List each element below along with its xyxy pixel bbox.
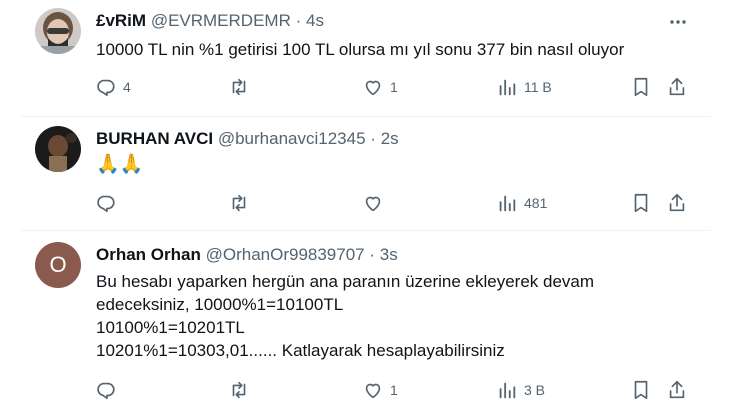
timestamp[interactable]: 2s <box>381 129 399 148</box>
share-button[interactable] <box>666 378 688 402</box>
views-button[interactable]: 3 B <box>496 378 545 402</box>
retweet-button[interactable] <box>228 191 256 215</box>
bookmark-icon <box>634 77 648 97</box>
retweet-icon <box>232 194 246 212</box>
tweet-text-line: 🙏🙏 <box>96 154 144 175</box>
display-name[interactable]: Orhan Orhan <box>96 245 201 264</box>
share-icon <box>669 77 685 96</box>
tweet-text: Bu hesabı yaparken hergün ana paranın üz… <box>96 270 594 362</box>
views-button[interactable]: 481 <box>496 191 547 215</box>
retweet-button[interactable] <box>228 75 256 99</box>
views-icon <box>499 382 516 399</box>
like-button[interactable]: 1 <box>362 75 398 99</box>
views-button[interactable]: 11 B <box>496 75 552 99</box>
user-handle[interactable]: @EVRMERDEMR <box>151 11 291 30</box>
timestamp[interactable]: 4s <box>306 11 324 30</box>
views-icon <box>499 195 516 212</box>
avatar[interactable]: O <box>35 242 81 288</box>
reply-button[interactable] <box>95 378 123 402</box>
display-name[interactable]: BURHAN AVCI <box>96 129 213 148</box>
tweet-actions: 481 <box>0 191 730 215</box>
more-options-button[interactable] <box>668 12 688 32</box>
timestamp[interactable]: 3s <box>380 245 398 264</box>
retweet-button[interactable] <box>228 378 256 402</box>
bookmark-button[interactable] <box>630 191 652 215</box>
avatar[interactable] <box>35 8 81 54</box>
display-name[interactable]: £vRiM <box>96 11 146 30</box>
divider <box>20 116 710 117</box>
tweet-actions: 4 1 11 B <box>0 75 730 99</box>
separator-dot: · <box>370 129 376 148</box>
bookmark-icon <box>634 193 648 213</box>
separator-dot: · <box>295 11 302 30</box>
reply-icon <box>97 382 115 400</box>
tweet-header: BURHAN AVCI @burhanavci12345 · 2s <box>96 129 399 149</box>
like-button[interactable]: 1 <box>362 378 398 402</box>
avatar-photo <box>35 126 81 172</box>
more-icon <box>670 20 686 24</box>
tweet-header: £vRiM @EVRMERDEMR · 4s <box>96 11 324 31</box>
avatar-letter: O <box>49 252 67 277</box>
user-handle[interactable]: @OrhanOr99839707 <box>206 245 365 264</box>
tweet-header: Orhan Orhan @OrhanOr99839707 · 3s <box>96 245 398 265</box>
tweet-3[interactable]: O Orhan Orhan @OrhanOr99839707 · 3s Bu h… <box>0 232 730 420</box>
bookmark-button[interactable] <box>630 378 652 402</box>
separator-dot: · <box>369 245 376 264</box>
tweet-text: 🙏🙏 <box>96 153 143 176</box>
views-count: 481 <box>524 195 548 211</box>
like-count: 1 <box>390 382 398 398</box>
retweet-icon <box>232 78 246 96</box>
tweet-text-line: 10201%1=10303,01...... Katlayarak hesapl… <box>96 341 505 360</box>
reply-button[interactable] <box>95 191 123 215</box>
tweet-2[interactable]: BURHAN AVCI @burhanavci12345 · 2s 🙏🙏 481 <box>0 118 730 230</box>
reply-icon <box>97 79 115 97</box>
user-handle[interactable]: @burhanavci12345 <box>218 129 366 148</box>
heart-icon <box>365 383 381 399</box>
tweet-text-line: Bu hesabı yaparken hergün ana paranın üz… <box>96 272 595 291</box>
share-button[interactable] <box>666 75 688 99</box>
divider <box>20 230 710 231</box>
like-button[interactable] <box>362 191 390 215</box>
heart-icon <box>365 80 381 96</box>
tweet-text-line: 10100%1=10201TL <box>96 318 245 337</box>
retweet-icon <box>232 381 246 399</box>
share-button[interactable] <box>666 191 688 215</box>
share-icon <box>669 193 685 212</box>
like-count: 1 <box>390 79 398 95</box>
bookmark-icon <box>634 380 648 400</box>
avatar-photo <box>35 8 81 54</box>
tweet-1[interactable]: £vRiM @EVRMERDEMR · 4s 10000 TL nin %1 g… <box>0 0 730 118</box>
tweet-text: 10000 TL nin %1 getirisi 100 TL olursa m… <box>96 38 624 61</box>
tweet-text-line: 10000 TL nin %1 getirisi 100 TL olursa m… <box>96 40 625 59</box>
heart-icon <box>365 196 381 212</box>
share-icon <box>669 380 685 399</box>
reply-button[interactable]: 4 <box>95 75 131 99</box>
views-count: 11 B <box>524 79 552 95</box>
bookmark-button[interactable] <box>630 75 652 99</box>
tweet-actions: 1 3 B <box>0 378 730 402</box>
reply-count: 4 <box>123 79 131 95</box>
reply-icon <box>97 195 115 213</box>
views-count: 3 B <box>524 382 546 398</box>
tweet-text-line: edeceksiniz, 10000%1=10100TL <box>96 295 344 314</box>
views-icon <box>499 79 516 96</box>
avatar[interactable] <box>35 126 81 172</box>
